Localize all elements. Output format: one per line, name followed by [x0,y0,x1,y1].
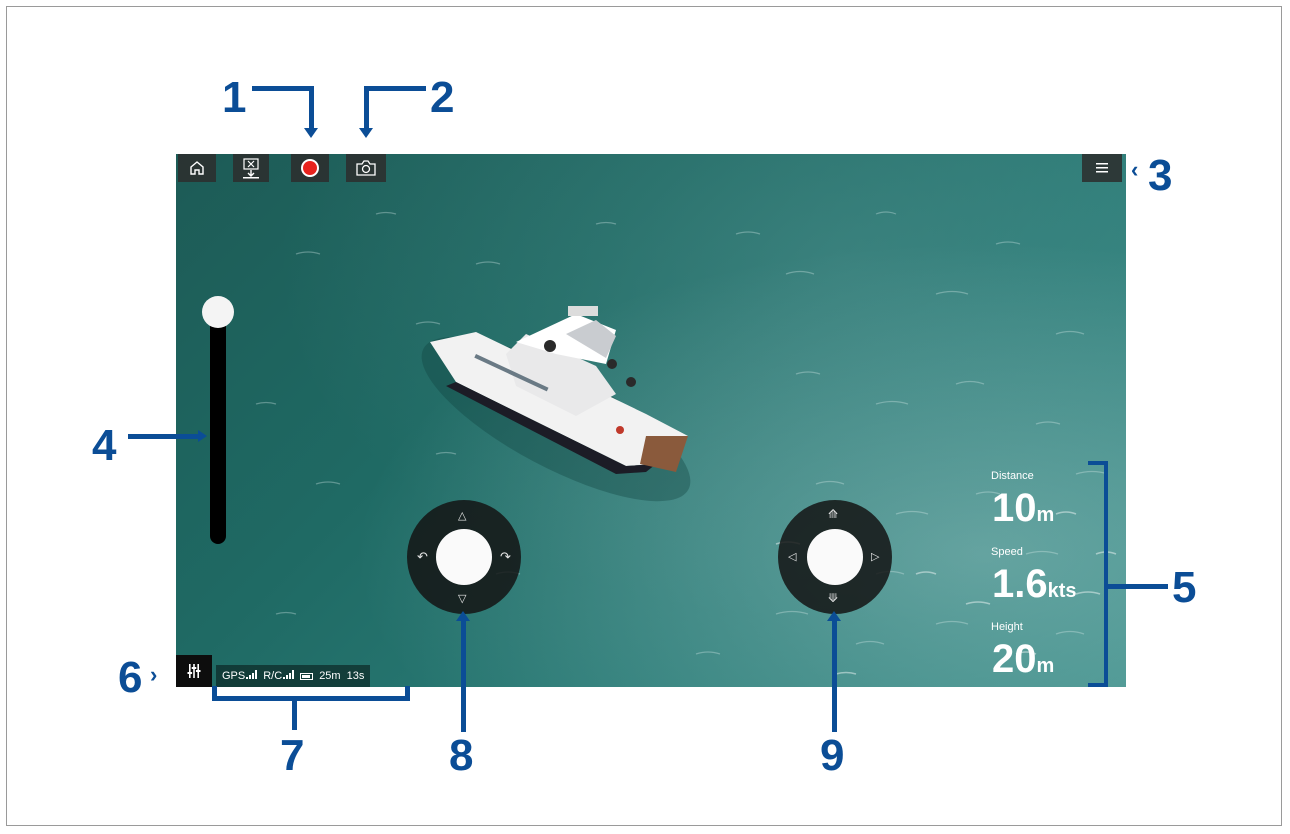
settings-button[interactable] [176,655,212,687]
status-bar: GPS R/C 25m 13s [216,665,371,687]
joystick-thumb[interactable] [436,529,492,585]
left-arrow-icon: ◁ [788,550,797,563]
right-arrow-icon: ▷ [871,550,880,563]
rc-status: R/C [263,670,295,682]
joystick-thumb[interactable] [807,529,863,585]
battery-icon [300,672,314,680]
rotate-left-icon: ↶ [417,550,428,565]
callout-5-bracket [1104,461,1108,687]
callout-2-arrowhead [359,128,373,138]
boat [421,306,691,502]
flight-time-seconds: 13s [346,670,365,682]
speed-value: 1.6 [992,562,1048,606]
distance-label: Distance [991,470,1034,482]
callout-5-leader [1108,584,1168,589]
speed-label: Speed [991,546,1023,558]
home-icon [190,161,204,175]
zoom-slider-handle[interactable] [202,296,234,328]
record-icon [301,159,319,177]
callout-7-bracket [212,686,217,701]
callout-8: 8 [449,731,474,780]
callout-3-arrowhead: ‹ [1131,157,1139,182]
height-readout: 20m [992,639,1054,679]
rotate-right-icon: ↷ [500,550,511,565]
callout-4-leader [128,434,198,439]
record-button[interactable] [291,154,329,182]
camera-button[interactable] [346,154,386,182]
callout-5: 5 [1172,563,1197,612]
callout-4: 4 [92,421,117,470]
callout-4-arrowhead [198,430,207,442]
callout-9-leader [832,620,837,732]
rotation-altitude-joystick[interactable]: △ ▽ ↶ ↷ [407,500,521,614]
sea-texture [255,211,1117,675]
callout-7-bracket [405,686,410,701]
callout-7-leader [292,700,297,730]
backward-arrow-icon: ⟱ [828,591,839,605]
callout-2-leader [364,86,426,91]
callout-3: 3 [1148,151,1173,200]
distance-value: 10 [992,486,1037,530]
down-arrow-icon: ▽ [458,592,467,605]
height-label: Height [991,621,1023,633]
direction-joystick[interactable]: ⟰ ⟱ ◁ ▷ [778,500,892,614]
camera-icon [356,160,376,176]
rc-label: R/C [263,670,283,682]
up-arrow-icon: △ [458,509,467,522]
callout-1: 1 [222,73,247,122]
sliders-icon [187,664,201,678]
land-drone-button[interactable] [233,154,269,182]
forward-arrow-icon: ⟰ [828,507,839,521]
rc-signal-icon [283,670,295,679]
home-button[interactable] [178,154,216,182]
callout-2: 2 [430,73,455,122]
callout-1-leader [252,86,314,91]
callout-1-arrowhead [304,128,318,138]
height-unit: m [1036,655,1055,677]
speed-unit: kts [1047,580,1077,602]
menu-icon [1096,163,1108,173]
speed-readout: 1.6kts [992,564,1077,604]
callout-1-leader [309,86,314,128]
callout-9: 9 [820,731,845,780]
gps-signal-icon [246,670,258,679]
zoom-slider-track[interactable] [210,318,226,544]
gps-label: GPS [222,670,246,682]
callout-8-leader [461,620,466,732]
callout-2-leader [364,86,369,128]
callout-5-bracket [1088,683,1108,687]
drone-camera-view: △ ▽ ↶ ↷ ⟰ ⟱ ◁ ▷ Distance 10m Speed 1.6kt… [176,154,1126,687]
callout-7-bracket [212,696,410,701]
height-value: 20 [992,637,1037,681]
menu-button[interactable] [1082,154,1122,182]
callout-6: 6 [118,653,143,702]
distance-readout: 10m [992,488,1054,528]
gps-status: GPS [222,670,258,682]
callout-7: 7 [280,731,305,780]
flight-time-minutes: 25m [319,670,341,682]
distance-unit: m [1036,504,1055,526]
land-drone-icon [243,158,259,179]
callout-6-arrowhead: › [150,662,158,687]
